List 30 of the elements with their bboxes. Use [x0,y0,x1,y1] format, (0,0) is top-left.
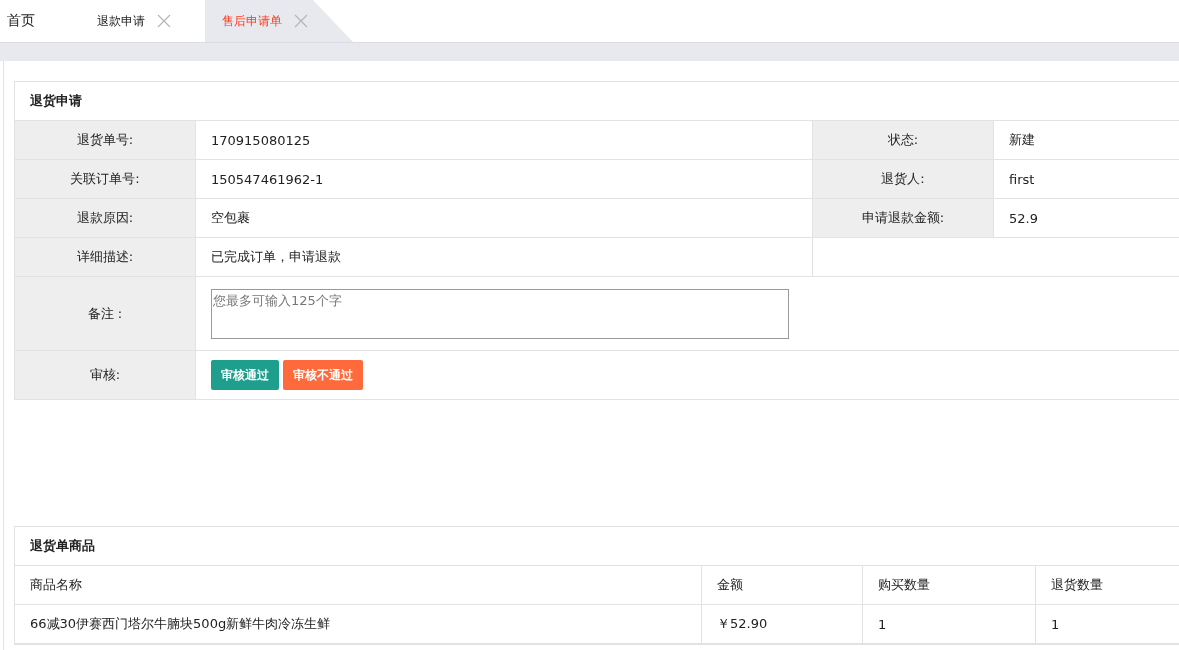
table-cell: ￥52.90 [701,604,863,644]
column-header: 商品名称 [15,566,702,605]
close-icon[interactable] [294,14,308,28]
field-label: 申请退款金额: [813,199,994,237]
field-label: 详细描述: [15,238,196,276]
field-value: 52.9 [1008,209,1039,228]
table-cell: 1 [1035,604,1179,644]
field-label: 状态: [813,121,994,159]
column-header: 购买数量 [862,566,1036,605]
close-icon[interactable] [157,14,171,28]
approve-button[interactable]: 审核通过 [211,360,279,390]
field-label: 关联订单号: [15,160,196,198]
field-label: 退货单号: [15,121,196,159]
table-cell: 1 [862,604,1036,644]
field-label: 审核: [15,351,196,399]
field-value: 新建 [1008,131,1036,149]
column-header: 退货数量 [1035,566,1179,605]
field-label: 退货人: [813,160,994,198]
field-label: 退款原因: [15,199,196,237]
field-label: 备注 : [15,277,196,350]
tab[interactable]: 退款申请 [80,0,205,42]
field-value: 已完成订单，申请退款 [196,238,813,276]
column-header: 金额 [701,566,863,605]
reject-button[interactable]: 审核不通过 [283,360,363,390]
tab[interactable]: 售后申请单 [205,0,353,42]
field-value: first [1008,170,1036,189]
remark-field[interactable]: 您最多可输入125个字 [211,288,789,339]
table-cell: 66减30伊赛西门塔尔牛腩块500g新鲜牛肉冷冻生鲜 [15,604,702,644]
section-title: 退货单商品 [15,527,1179,566]
tab[interactable]: 首页 [0,0,80,42]
